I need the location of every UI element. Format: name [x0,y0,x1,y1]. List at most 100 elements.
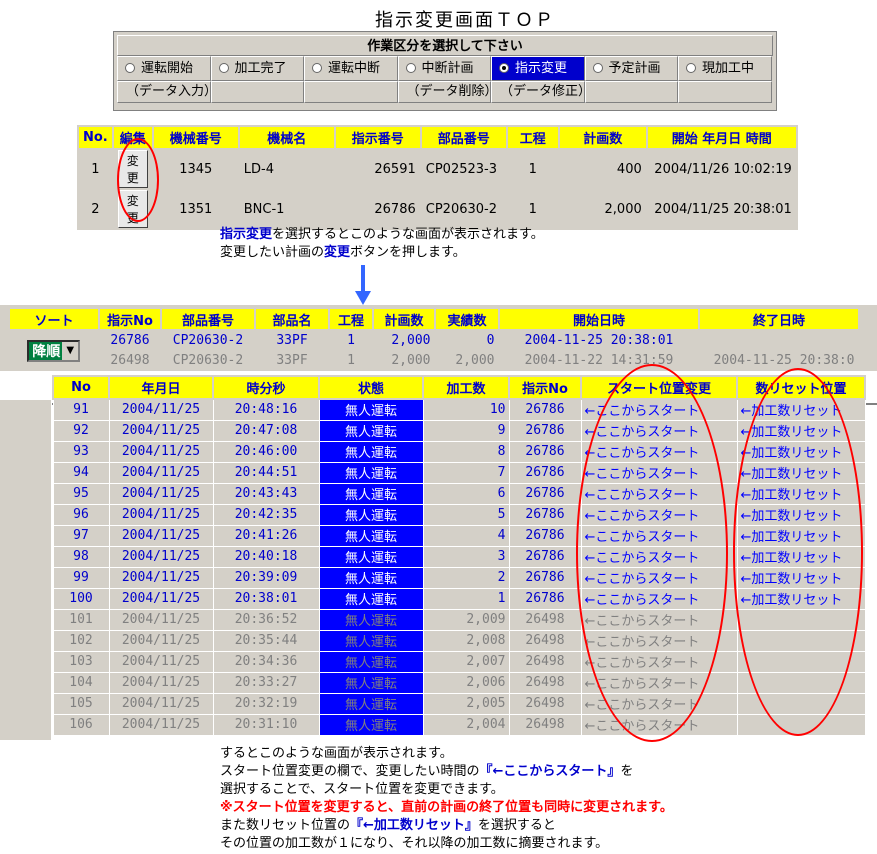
work-type-options: 運転開始 加工完了 運転中断 中断計画 指示変更 予定計画 現加工中 [117,56,773,81]
process-count: 8 [422,440,510,463]
row-number: 2 [77,188,114,230]
radio-button-icon[interactable] [499,63,509,73]
status-badge: 無人運転 [318,566,424,589]
part-number: CP20630-2 [160,329,256,351]
reset-count-link[interactable]: ←加工数リセット [736,566,866,589]
row-number: 1 [77,148,114,190]
instruction-number: 26498 [508,650,582,673]
instruction-number: 26498 [98,349,162,371]
start-datetime: 2004/11/26 10:02:19 [645,148,798,190]
reset-count-link[interactable]: ←加工数リセット [736,503,866,526]
start-here-link[interactable]: ←ここからスタート [580,440,738,463]
column-header: 工程 [328,307,374,331]
change-button[interactable]: 変更 [117,150,148,188]
column-header: 終了日時 [698,307,860,331]
table-row: 91 2004/11/25 20:48:16 無人運転 10 26786 ←ここからスタート… [52,398,866,421]
row-number: 103 [52,650,110,673]
date: 2004/11/25 [108,503,214,526]
process-count: 4 [422,524,510,547]
start-datetime: 2004/11/25 20:38:01 [645,188,798,230]
start-here-link[interactable]: ←ここからスタート [580,713,738,736]
process-count: 2,008 [422,629,510,652]
reset-count-link[interactable]: ←加工数リセット [736,461,866,484]
sort-cell: 降順 ▼ [9,330,99,370]
radio-button-icon[interactable] [218,63,229,73]
column-header: 時分秒 [212,375,320,400]
work-type-option-label: 指示変更 [515,61,568,76]
empty-cell [736,713,866,736]
start-here-link[interactable]: ←ここからスタート [580,692,738,715]
column-header: 年月日 [108,375,214,400]
work-type-option-label: 中断計画 [421,61,474,76]
reset-count-link[interactable]: ←加工数リセット [736,482,866,505]
radio-button-icon[interactable] [686,63,696,73]
work-type-option[interactable]: 現加工中 [678,56,772,81]
sort-order-select[interactable]: 降順 ▼ [27,339,81,362]
reset-count-link[interactable]: ←加工数リセット [736,398,866,421]
radio-button-icon[interactable] [592,63,603,73]
work-type-option[interactable]: 運転中断 [304,56,398,81]
start-here-link[interactable]: ←ここからスタート [580,524,738,547]
instruction-number: 26786 [508,566,582,589]
reset-count-link[interactable]: ←加工数リセット [736,545,866,568]
explanation-2-line1: するとこのような画面が表示されます。 [220,746,453,761]
column-header: 開始 年月日 時間 [645,125,798,150]
process-count: 9 [422,419,510,442]
highlight-instruction-change: 指示変更 [220,227,273,242]
work-type-option[interactable]: 予定計画 [584,56,678,81]
column-header: 機械名 [237,125,336,150]
radio-button-icon[interactable] [125,63,135,73]
work-type-option[interactable]: 運転開始 [117,56,211,81]
machine-number: 1345 [151,148,240,190]
start-here-link[interactable]: ←ここからスタート [580,566,738,589]
status-badge: 無人運転 [318,713,424,736]
dropdown-arrow-icon[interactable]: ▼ [62,341,79,360]
start-here-link[interactable]: ←ここからスタート [580,398,738,421]
column-header: 開始日時 [498,307,700,331]
column-header: 部品番号 [160,307,256,331]
plan-quantity: 400 [557,148,648,190]
reset-count-link[interactable]: ←加工数リセット [736,524,866,547]
status-badge: 無人運転 [318,482,424,505]
column-header: 実績数 [434,307,500,331]
start-here-link[interactable]: ←ここからスタート [580,482,738,505]
instruction-number: 26498 [508,608,582,631]
start-here-link[interactable]: ←ここからスタート [580,419,738,442]
time: 20:36:52 [212,608,320,631]
reset-count-link[interactable]: ←加工数リセット [736,440,866,463]
process-count: 2,006 [422,671,510,694]
time: 20:43:43 [212,482,320,505]
plan-quantity: 2,000 [557,188,648,230]
table-row: 95 2004/11/25 20:43:43 無人運転 6 26786 ←ここからスタート ←… [52,482,866,505]
start-here-link[interactable]: ←ここからスタート [580,629,738,652]
process-count: 1 [422,587,510,610]
row-number: 94 [52,461,110,484]
start-here-link[interactable]: ←ここからスタート [580,650,738,673]
actual-quantity: 0 [434,329,500,351]
work-type-option[interactable]: 指示変更 [491,56,585,81]
column-header: 状態 [318,375,424,400]
date: 2004/11/25 [108,692,214,715]
reset-count-link[interactable]: ←加工数リセット [736,587,866,610]
reset-count-link[interactable]: ←加工数リセット [736,419,866,442]
sort-header: ソート [8,307,100,331]
work-type-sublabel [304,81,398,103]
radio-button-icon[interactable] [312,63,322,73]
highlight-reset-link: 『←加工数リセット』 [350,818,478,833]
start-here-link[interactable]: ←ここからスタート [580,671,738,694]
start-here-link[interactable]: ←ここからスタート [580,545,738,568]
date: 2004/11/25 [108,566,214,589]
status-badge: 無人運転 [318,629,424,652]
process-count: 2,004 [422,713,510,736]
work-type-header: 作業区分を選択して下さい [117,35,773,56]
start-here-link[interactable]: ←ここからスタート [580,503,738,526]
change-button[interactable]: 変更 [117,190,148,228]
radio-button-icon[interactable] [405,63,416,73]
table-row: 1 変更 1345 LD-4 26591 CP02523-3 1 400 2004/11/26 … [77,148,798,190]
start-here-link[interactable]: ←ここからスタート [580,461,738,484]
start-here-link[interactable]: ←ここからスタート [580,587,738,610]
start-here-link[interactable]: ←ここからスタート [580,608,738,631]
process-count: 5 [422,503,510,526]
work-type-option[interactable]: 中断計画 [397,56,491,81]
work-type-option[interactable]: 加工完了 [210,56,304,81]
